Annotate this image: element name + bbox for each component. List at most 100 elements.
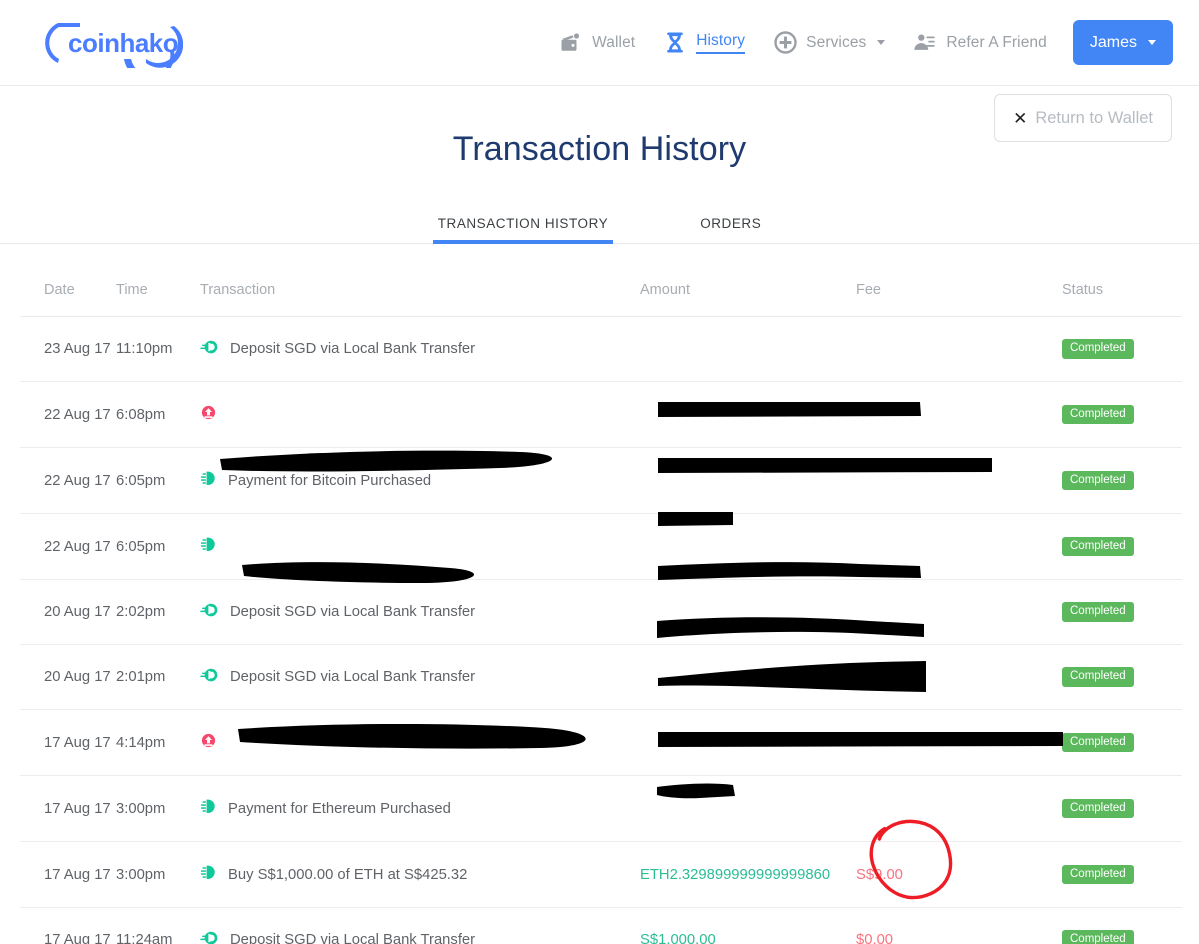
cell-transaction <box>200 513 640 580</box>
coinhako-logo[interactable]: coinhako <box>28 18 183 68</box>
table-header-row: Date Time Transaction Amount Fee Status <box>20 244 1182 317</box>
cell-status: Completed <box>1062 381 1182 448</box>
cell-status: Completed <box>1062 447 1182 514</box>
hourglass-icon <box>663 31 687 55</box>
cell-date: 22 Aug 17 <box>20 381 116 448</box>
chevron-down-icon <box>1148 40 1156 45</box>
cell-fee <box>856 316 1062 382</box>
cell-status: Completed <box>1062 775 1182 842</box>
status-badge: Completed <box>1062 667 1134 687</box>
plus-circle-icon <box>773 31 797 55</box>
cell-time: 6:05pm <box>116 513 200 580</box>
column-header-transaction: Transaction <box>200 244 640 317</box>
cell-transaction: Deposit SGD via Local Bank Transfer <box>200 644 640 710</box>
cell-status: Completed <box>1062 579 1182 645</box>
cell-amount <box>640 579 856 645</box>
deposit-icon <box>200 602 218 622</box>
cell-status: Completed <box>1062 513 1182 580</box>
nav-item-wallet[interactable]: Wallet <box>545 0 649 85</box>
cell-amount <box>640 644 856 710</box>
transaction-table-container: Date Time Transaction Amount Fee Status … <box>0 244 1199 944</box>
status-badge: Completed <box>1062 536 1134 557</box>
nav-label-services: Services <box>806 33 867 51</box>
coinhako-logo-mark: coinhako <box>45 22 183 68</box>
column-header-amount: Amount <box>640 244 856 317</box>
deposit-icon <box>200 339 218 359</box>
nav-label-wallet: Wallet <box>592 33 636 51</box>
svg-text:coinhako: coinhako <box>68 28 178 58</box>
cell-date: 22 Aug 17 <box>20 447 116 514</box>
cell-fee <box>856 381 1062 448</box>
column-header-status: Status <box>1062 244 1182 317</box>
cell-fee: $0.00 <box>856 907 1062 944</box>
tab-orders[interactable]: ORDERS <box>698 216 763 243</box>
cell-transaction: Buy S$1,000.00 of ETH at S$425.32 <box>200 841 640 908</box>
cell-date: 17 Aug 17 <box>20 907 116 944</box>
table-row[interactable]: 17 Aug 17 3:00pm Payment for Ethereum Purc… <box>20 775 1182 842</box>
nav-label-refer-a-friend: Refer A Friend <box>946 33 1047 51</box>
cell-transaction: Deposit SGD via Local Bank Transfer <box>200 579 640 645</box>
main-nav: Wallet History Services Refer A Friend J… <box>545 0 1173 85</box>
user-menu-button[interactable]: James <box>1072 20 1173 65</box>
return-to-wallet-button[interactable]: ✕ Return to Wallet <box>994 94 1172 142</box>
transaction-description: Buy S$1,000.00 of ETH at S$425.32 <box>228 866 468 883</box>
cell-transaction <box>200 381 640 448</box>
cell-date: 20 Aug 17 <box>20 644 116 710</box>
chevron-down-icon <box>877 40 886 45</box>
deposit-icon <box>200 930 218 944</box>
table-row[interactable]: 20 Aug 17 2:01pm Deposit SGD via Local Ban… <box>20 644 1182 710</box>
cell-amount <box>640 381 856 448</box>
cell-date: 17 Aug 17 <box>20 709 116 776</box>
table-row[interactable]: 22 Aug 17 6:08pm Completed <box>20 381 1182 448</box>
cell-transaction: Payment for Ethereum Purchased <box>200 775 640 842</box>
cell-status: Completed <box>1062 316 1182 382</box>
table-row[interactable]: 17 Aug 17 4:14pm Completed <box>20 709 1182 776</box>
deposit-icon <box>200 667 218 687</box>
cell-status: Completed <box>1062 709 1182 776</box>
coin-icon <box>200 864 216 885</box>
table-row[interactable]: 17 Aug 17 3:00pm Buy S$1,000.00 of ETH at … <box>20 841 1182 908</box>
column-header-fee: Fee <box>856 244 1062 317</box>
wallet-icon <box>559 31 583 55</box>
table-row[interactable]: 22 Aug 17 6:05pm Completed <box>20 513 1182 580</box>
tab-transaction-history[interactable]: TRANSACTION HISTORY <box>432 216 614 244</box>
cell-time: 2:01pm <box>116 644 200 710</box>
amount-value: ETH2.329899999999999860 <box>640 866 831 883</box>
cell-amount: S$1,000.00 <box>640 907 856 944</box>
close-icon: ✕ <box>1013 108 1028 128</box>
cell-amount <box>640 513 856 580</box>
status-badge: Completed <box>1062 864 1134 885</box>
cell-time: 2:02pm <box>116 579 200 645</box>
cell-amount <box>640 316 856 382</box>
cell-transaction: Deposit SGD via Local Bank Transfer <box>200 907 640 944</box>
transaction-description: Payment for Ethereum Purchased <box>228 800 451 817</box>
fee-value: $0.00 <box>856 932 894 944</box>
return-to-wallet-label: Return to Wallet <box>1035 108 1153 127</box>
cell-amount: ETH2.329899999999999860 <box>640 841 856 908</box>
table-row[interactable]: 22 Aug 17 6:05pm Payment for Bitcoin Purch… <box>20 447 1182 514</box>
cell-time: 6:08pm <box>116 381 200 448</box>
coin-icon <box>200 536 216 557</box>
user-menu-label: James <box>1089 33 1137 51</box>
cell-fee <box>856 579 1062 645</box>
cell-date: 20 Aug 17 <box>20 579 116 645</box>
cell-time: 3:00pm <box>116 775 200 842</box>
transaction-description: Deposit SGD via Local Bank Transfer <box>230 669 476 685</box>
cell-time: 11:10pm <box>116 316 200 382</box>
status-badge: Completed <box>1062 602 1134 622</box>
nav-label-history: History <box>696 32 746 54</box>
cell-fee: S$9.00 <box>856 841 1062 908</box>
nav-item-refer-a-friend[interactable]: Refer A Friend <box>899 0 1060 85</box>
status-badge: Completed <box>1062 798 1134 819</box>
table-row[interactable]: 23 Aug 17 11:10pm Deposit SGD via Local Ba… <box>20 316 1182 382</box>
table-row[interactable]: 20 Aug 17 2:02pm Deposit SGD via Local Ban… <box>20 579 1182 645</box>
transaction-description: Deposit SGD via Local Bank Transfer <box>230 341 476 357</box>
fee-value: S$9.00 <box>856 866 903 883</box>
table-row[interactable]: 17 Aug 17 11:24am Deposit SGD via Local Ba… <box>20 907 1182 944</box>
status-badge: Completed <box>1062 339 1134 359</box>
nav-item-history[interactable]: History <box>649 0 759 85</box>
transaction-table: Date Time Transaction Amount Fee Status … <box>20 244 1182 944</box>
nav-item-services[interactable]: Services <box>759 0 899 85</box>
status-badge: Completed <box>1062 732 1134 753</box>
transaction-description: Deposit SGD via Local Bank Transfer <box>230 604 476 620</box>
